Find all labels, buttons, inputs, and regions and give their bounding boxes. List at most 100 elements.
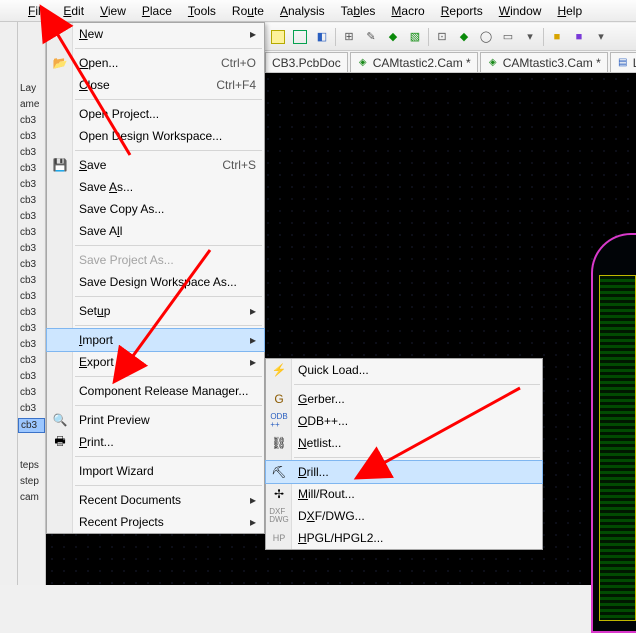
menu-route[interactable]: Route (224, 2, 272, 20)
toolbar-icon[interactable]: ◯ (477, 28, 495, 46)
list-item[interactable]: cb3 (18, 306, 45, 319)
toolbar-icon[interactable]: ✎ (362, 28, 380, 46)
list-item[interactable]: cb3 (18, 242, 45, 255)
toolbar-icon[interactable]: ■ (570, 28, 588, 46)
menu-edit[interactable]: Edit (55, 2, 92, 20)
menu-gerber[interactable]: G Gerber... (266, 388, 542, 410)
menu-setup[interactable]: Setup▸ (47, 300, 264, 322)
shortcut: Ctrl+S (222, 158, 256, 172)
dxf-icon: DXFDWG (270, 507, 288, 525)
toolbar-icon[interactable]: ▧ (406, 28, 424, 46)
tab-label: CAMtastic2.Cam * (373, 56, 471, 70)
menu-help[interactable]: Help (549, 2, 590, 20)
list-item[interactable]: cb3 (18, 386, 45, 399)
menu-close[interactable]: Close Ctrl+F4 (47, 74, 264, 96)
menu-tables[interactable]: Tables (333, 2, 384, 20)
tab-pcbdoc[interactable]: CB3.PcbDoc (265, 52, 348, 72)
list-item[interactable]: cb3 (18, 178, 45, 191)
list-item[interactable]: cb3 (18, 258, 45, 271)
list-item[interactable]: cb3 (18, 162, 45, 175)
toolbar-dropdown-icon[interactable]: ▾ (521, 28, 539, 46)
menu-open[interactable]: 📂 Open... Ctrl+O (47, 52, 264, 74)
menu-export[interactable]: Export▸ (47, 351, 264, 373)
menu-macro[interactable]: Macro (383, 2, 432, 20)
menu-save[interactable]: 💾 Save Ctrl+S (47, 154, 264, 176)
list-item[interactable]: cb3 (18, 194, 45, 207)
menu-import-wizard[interactable]: Import Wizard (47, 460, 264, 482)
menu-analysis[interactable]: Analysis (272, 2, 333, 20)
menu-component-release-manager[interactable]: Component Release Manager... (47, 380, 264, 402)
toolbar: ◧ ⊞ ✎ ◆ ▧ ⊡ ◆ ◯ ▭ ▾ ■ ■ ▾ (265, 23, 636, 51)
list-item[interactable]: cb3 (18, 338, 45, 351)
cam-icon: ◈ (487, 57, 499, 69)
toolbar-icon[interactable]: ⊞ (340, 28, 358, 46)
board-outline (591, 233, 636, 633)
submenu-arrow-icon: ▸ (250, 515, 256, 529)
list-item[interactable]: ame (18, 98, 45, 111)
file-menu: New▸ 📂 Open... Ctrl+O Close Ctrl+F4 Open… (46, 22, 265, 534)
odb-icon: ODB++ (270, 412, 288, 430)
list-item[interactable]: teps (18, 459, 45, 472)
menu-save-as[interactable]: Save As... (47, 176, 264, 198)
list-item[interactable]: step (18, 475, 45, 488)
menu-open-project[interactable]: Open Project... (47, 103, 264, 125)
menu-save-workspace-as[interactable]: Save Design Workspace As... (47, 271, 264, 293)
menu-odb[interactable]: ODB++ ODB++... (266, 410, 542, 432)
menu-drill[interactable]: ⛏ Drill... (266, 461, 542, 483)
menu-reports[interactable]: Reports (433, 2, 491, 20)
menu-import[interactable]: Import▸ (47, 329, 264, 351)
menu-print-preview[interactable]: 🔍 Print Preview (47, 409, 264, 431)
tab-cam3[interactable]: ◈ CAMtastic3.Cam * (480, 52, 608, 72)
list-item[interactable]: cam (18, 491, 45, 504)
list-item[interactable]: cb3 (18, 146, 45, 159)
menu-netlist[interactable]: ⛓ Netlist... (266, 432, 542, 454)
list-item[interactable]: cb3 (18, 114, 45, 127)
menu-recent-documents[interactable]: Recent Documents▸ (47, 489, 264, 511)
print-preview-icon: 🔍 (51, 411, 69, 429)
menu-save-all[interactable]: Save All (47, 220, 264, 242)
toolbar-icon[interactable]: ◆ (384, 28, 402, 46)
toolbar-icon[interactable] (269, 28, 287, 46)
left-panel: Lay ame cb3 cb3 cb3 cb3 cb3 cb3 cb3 cb3 … (18, 22, 46, 585)
shortcut: Ctrl+O (221, 56, 256, 70)
toolbar-dropdown-icon[interactable]: ▾ (592, 28, 610, 46)
list-item[interactable]: cb3 (18, 322, 45, 335)
list-item-selected[interactable]: cb3 (18, 418, 45, 433)
menu-tools[interactable]: Tools (180, 2, 224, 20)
menu-millrout[interactable]: ✢ Mill/Rout... (266, 483, 542, 505)
toolbar-icon[interactable]: ◆ (455, 28, 473, 46)
toolbar-icon[interactable] (291, 28, 309, 46)
tab-label: CAMtastic3.Cam * (503, 56, 601, 70)
submenu-arrow-icon: ▸ (250, 493, 256, 507)
menu-hpgl[interactable]: HP HPGL/HPGL2... (266, 527, 542, 549)
tab-log[interactable]: ▤ Log_201 (610, 52, 636, 72)
menu-quick-load[interactable]: ⚡ Quick Load... (266, 359, 542, 381)
list-item[interactable]: Lay (18, 82, 45, 95)
list-item[interactable]: cb3 (18, 130, 45, 143)
menu-window[interactable]: Window (491, 2, 550, 20)
hpgl-icon: HP (270, 529, 288, 547)
toolbar-icon[interactable]: ⊡ (433, 28, 451, 46)
toolbar-icon[interactable]: ◧ (313, 28, 331, 46)
list-item[interactable]: cb3 (18, 226, 45, 239)
menu-file[interactable]: FFileile (20, 2, 55, 20)
menu-print[interactable]: 🖶 Print... (47, 431, 264, 453)
toolbar-icon[interactable]: ▭ (499, 28, 517, 46)
toolbar-icon[interactable]: ■ (548, 28, 566, 46)
mill-icon: ✢ (270, 485, 288, 503)
menu-recent-projects[interactable]: Recent Projects▸ (47, 511, 264, 533)
menu-open-workspace[interactable]: Open Design Workspace... (47, 125, 264, 147)
list-item[interactable]: cb3 (18, 402, 45, 415)
menu-dxf[interactable]: DXFDWG DXF/DWG... (266, 505, 542, 527)
list-item[interactable]: cb3 (18, 274, 45, 287)
menu-place[interactable]: Place (134, 2, 180, 20)
list-item[interactable]: cb3 (18, 210, 45, 223)
list-item[interactable]: cb3 (18, 354, 45, 367)
list-item[interactable]: cb3 (18, 290, 45, 303)
menu-new[interactable]: New▸ (47, 23, 264, 45)
quickload-icon: ⚡ (270, 361, 288, 379)
list-item[interactable]: cb3 (18, 370, 45, 383)
menu-save-copy-as[interactable]: Save Copy As... (47, 198, 264, 220)
tab-cam2[interactable]: ◈ CAMtastic2.Cam * (350, 52, 478, 72)
menu-view[interactable]: View (92, 2, 134, 20)
